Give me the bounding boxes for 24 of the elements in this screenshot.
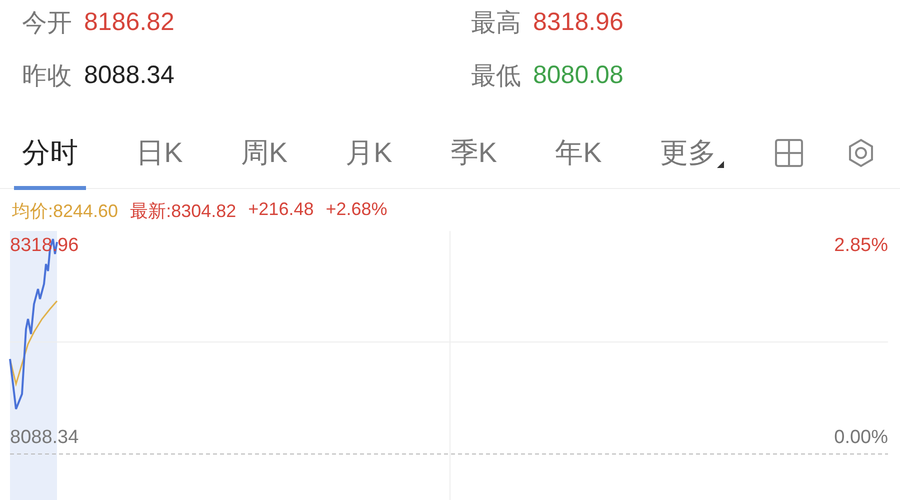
base-price-label: 8088.34 [10, 427, 79, 449]
period-tab[interactable]: 分时 [14, 126, 86, 190]
quote-value: 8088.34 [84, 60, 174, 90]
price-change: +216.48 [248, 199, 314, 221]
quote-value: 8186.82 [84, 8, 174, 36]
quote-label: 今开 [22, 8, 72, 38]
grid-icon[interactable] [774, 138, 804, 168]
high-percent-label: 2.85% [834, 235, 888, 258]
latest-price: 最新:8304.82 [130, 200, 236, 221]
period-tab[interactable]: 日K [128, 126, 191, 190]
quote-label: 最高 [471, 8, 521, 38]
quote-label: 昨收 [22, 60, 72, 92]
quote-label: 最低 [471, 60, 521, 92]
period-tab[interactable]: 更多 [652, 126, 732, 190]
period-tab[interactable]: 月K [338, 126, 400, 190]
caret-icon [716, 161, 724, 168]
quote-value: 8080.08 [533, 60, 624, 90]
base-percent-label: 0.00% [834, 427, 888, 449]
period-tab[interactable]: 周K [232, 126, 296, 190]
percent-change: +2.68% [326, 199, 388, 221]
period-tab[interactable]: 季K [442, 126, 505, 190]
average-price: 均价:8244.60 [12, 200, 118, 221]
quote-value: 8318.96 [533, 8, 624, 36]
period-tab[interactable]: 年K [547, 126, 610, 190]
